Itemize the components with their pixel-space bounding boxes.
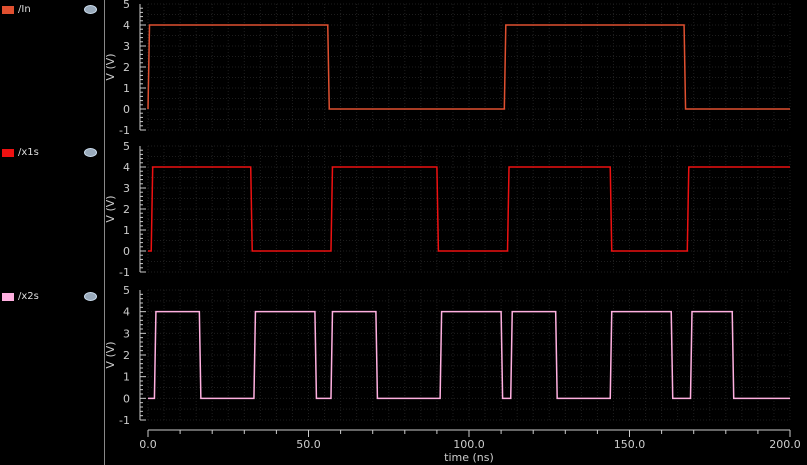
x-tick-label: 150.0: [614, 438, 646, 451]
y-tick-label: 1: [123, 371, 130, 384]
y-tick-label: 4: [123, 161, 130, 174]
y-axis-label: V (V): [104, 195, 117, 222]
y-tick-label: 0: [123, 245, 130, 258]
y-tick-label: 2: [123, 349, 130, 362]
y-tick-label: 5: [123, 140, 130, 153]
y-tick-label: 1: [123, 82, 130, 95]
waveform-plot[interactable]: -1 0 1 2 3 4 5 V (V) -1 0 1 2 3 4 5 V (V) -1 0 1 2 3 4 5 V (V) 0…: [0, 0, 807, 465]
x-axis-label: time (ns): [444, 451, 494, 464]
x-tick-label: 50.0: [296, 438, 321, 451]
y-tick-label: 0: [123, 103, 130, 116]
y-tick-label: -1: [119, 266, 130, 279]
y-tick-label: 2: [123, 203, 130, 216]
y-axis-label: V (V): [104, 53, 117, 80]
y-axis-label: V (V): [104, 341, 117, 368]
x-tick-label: 0.0: [139, 438, 157, 451]
x-tick-label: 100.0: [453, 438, 485, 451]
y-tick-label: 3: [123, 40, 130, 53]
y-tick-label: 4: [123, 19, 130, 32]
y-tick-label: 3: [123, 182, 130, 195]
y-tick-label: 5: [123, 284, 130, 297]
x-tick-label: 200.0: [769, 438, 801, 451]
y-tick-label: 5: [123, 0, 130, 11]
y-tick-label: -1: [119, 414, 130, 427]
y-tick-label: 0: [123, 392, 130, 405]
y-tick-label: -1: [119, 124, 130, 137]
y-tick-label: 3: [123, 327, 130, 340]
y-tick-label: 1: [123, 224, 130, 237]
y-tick-label: 4: [123, 306, 130, 319]
y-tick-label: 2: [123, 61, 130, 74]
